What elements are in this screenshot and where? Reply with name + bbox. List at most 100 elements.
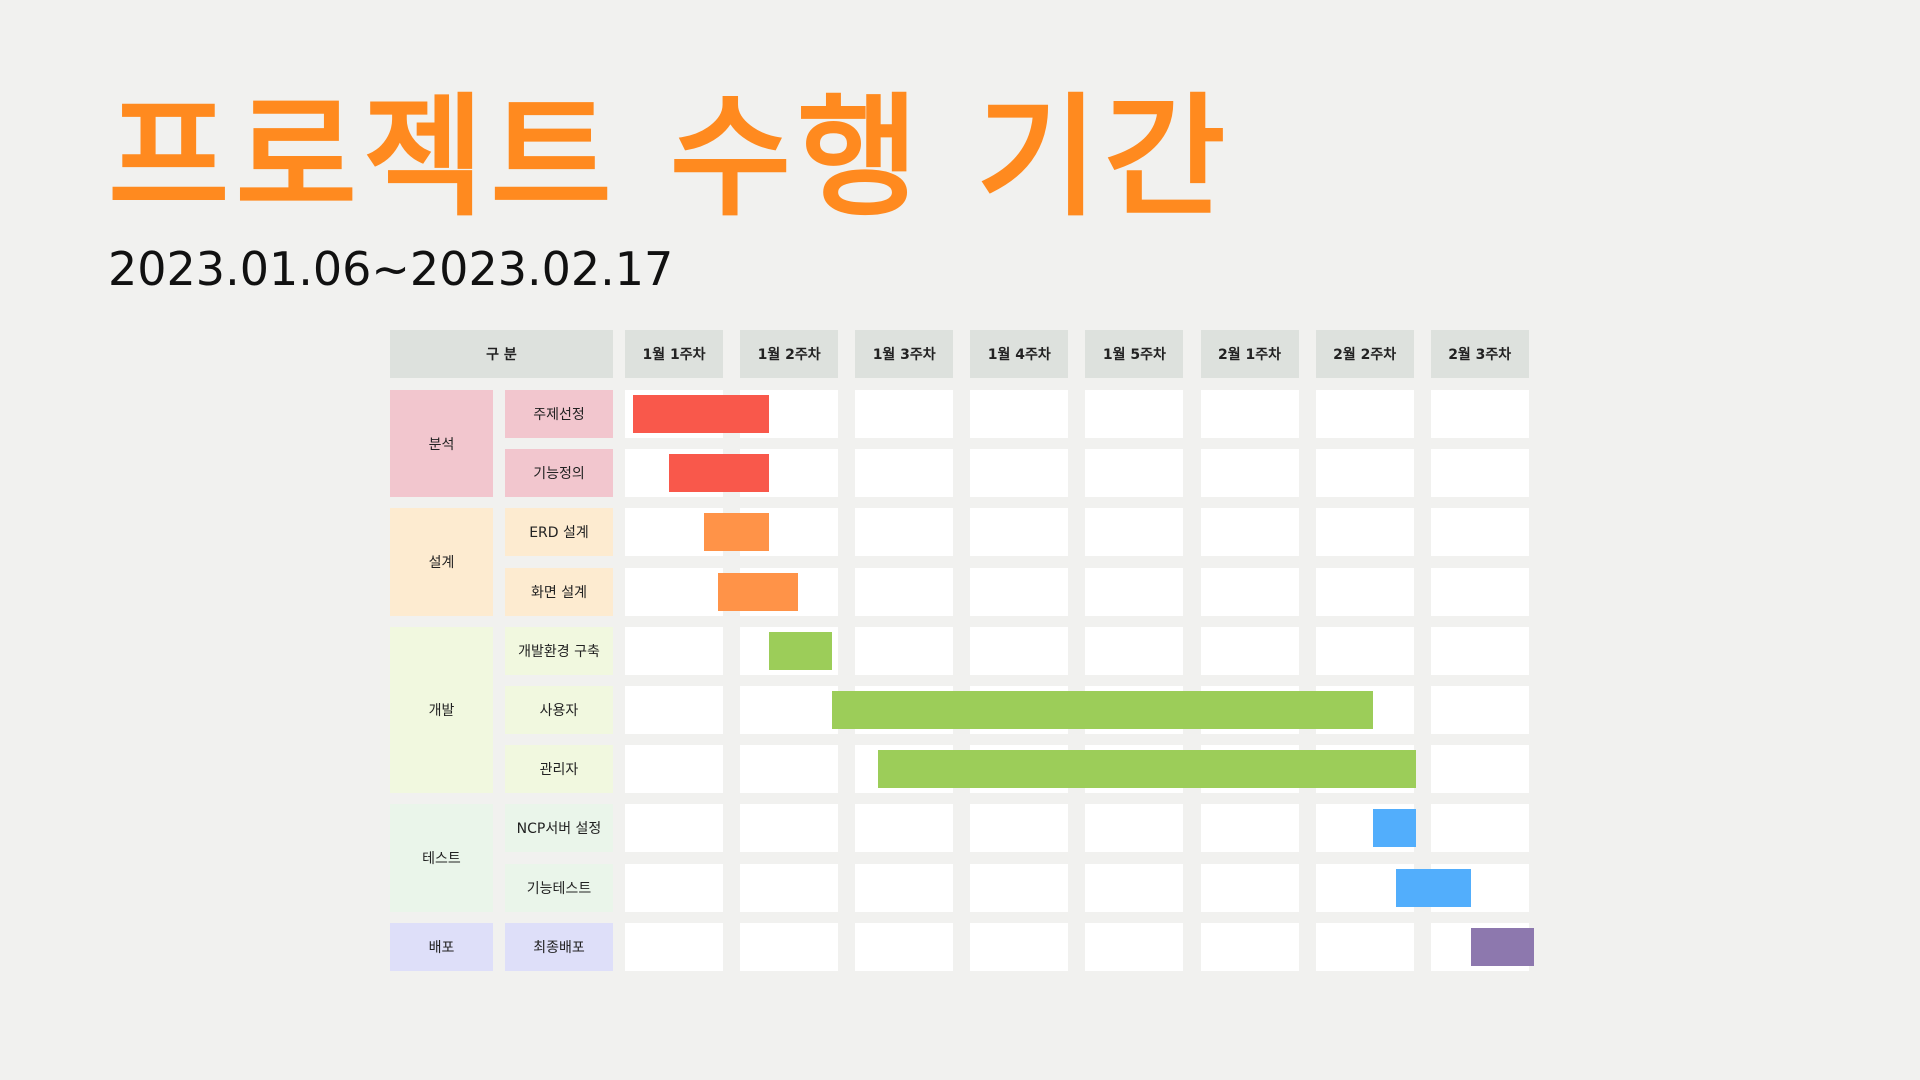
task-cell: 주제선정 [505,390,613,438]
task-cell: 개발환경 구축 [505,626,613,675]
grid-cell [740,745,839,794]
grid-cell [1430,863,1529,912]
grid-cell [1085,449,1184,498]
gantt-bar [633,395,769,433]
grid-cell [625,449,723,498]
grid-cell [1315,922,1414,971]
task-cell: 기능정의 [505,449,613,498]
grid-cell [625,922,723,971]
group-cell: 테스트 [390,804,493,912]
grid-cell [1430,508,1529,557]
grid-cell [1085,686,1184,734]
grid-cell [970,804,1069,853]
grid-cell [855,449,954,498]
grid-cell [855,804,954,853]
gantt-bar [832,691,1374,729]
grid-cell [1085,508,1184,557]
grid-cell [1315,567,1414,616]
task-cell: 관리자 [505,745,613,794]
grid-cell [1430,567,1529,616]
grid-cell [855,863,954,912]
grid-cell [1430,390,1529,438]
grid-cell [625,567,723,616]
gantt-bar [1470,927,1535,966]
gantt-bar [668,454,769,493]
grid-cell [1430,626,1529,675]
grid-cell [1200,449,1299,498]
grid-cell [855,390,954,438]
gantt-bar [704,513,769,552]
group-cell: 개발 [390,626,493,794]
grid-cell [855,567,954,616]
grid-cell [1430,686,1529,734]
grid-cell [625,390,723,438]
grid-cell [1085,804,1184,853]
grid-cell [1200,922,1299,971]
header-week: 1월 2주차 [740,330,839,378]
grid-cell [1200,567,1299,616]
grid-cell [855,508,954,557]
grid-cell [1430,922,1529,971]
grid-cell [1200,508,1299,557]
task-cell: 최종배포 [505,922,613,971]
grid-cell [625,863,723,912]
grid-cell [1315,863,1414,912]
grid-cell [1085,626,1184,675]
grid-cell [740,449,839,498]
grid-cell [970,449,1069,498]
grid-cell [855,686,954,734]
grid-cell [625,686,723,734]
grid-cell [1430,745,1529,794]
gantt-bar [1396,868,1471,907]
header-week: 1월 4주차 [970,330,1069,378]
group-cell: 설계 [390,508,493,616]
grid-cell [1315,745,1414,794]
grid-cell [855,922,954,971]
grid-cell [740,567,839,616]
grid-cell [1315,626,1414,675]
group-cell: 분석 [390,390,493,498]
task-cell: NCP서버 설정 [505,804,613,853]
gantt-bar [878,750,1416,789]
grid-cell [740,390,839,438]
header-week: 1월 5주차 [1085,330,1184,378]
header-week: 2월 1주차 [1200,330,1299,378]
grid-cell [1085,922,1184,971]
grid-cell [1315,804,1414,853]
grid-cell [1200,390,1299,438]
grid-cell [970,567,1069,616]
task-cell: ERD 설계 [505,508,613,557]
gantt-bar [1373,809,1416,848]
grid-cell [740,863,839,912]
header-week: 1월 1주차 [625,330,723,378]
grid-cell [1315,686,1414,734]
header-week: 2월 3주차 [1430,330,1529,378]
grid-cell [970,863,1069,912]
grid-cell [740,508,839,557]
grid-cell [1315,449,1414,498]
task-cell: 사용자 [505,686,613,734]
grid-cell [1085,567,1184,616]
grid-cell [970,745,1069,794]
header-category: 구 분 [390,330,613,378]
grid-cell [970,686,1069,734]
grid-cell [855,745,954,794]
grid-cell [625,804,723,853]
grid-cell [1315,508,1414,557]
grid-cell [970,508,1069,557]
grid-cell [1200,745,1299,794]
grid-cell [625,508,723,557]
grid-cell [1430,449,1529,498]
grid-cell [625,745,723,794]
grid-cell [1315,390,1414,438]
grid-cell [855,626,954,675]
grid-cell [1085,390,1184,438]
grid-cell [740,804,839,853]
grid-cell [1200,626,1299,675]
grid-cell [740,686,839,734]
grid-cell [970,922,1069,971]
task-cell: 기능테스트 [505,863,613,912]
gantt-bar [768,631,833,670]
gantt-bar [718,572,798,611]
page-title: 프로젝트 수행 기간 [108,81,1232,235]
